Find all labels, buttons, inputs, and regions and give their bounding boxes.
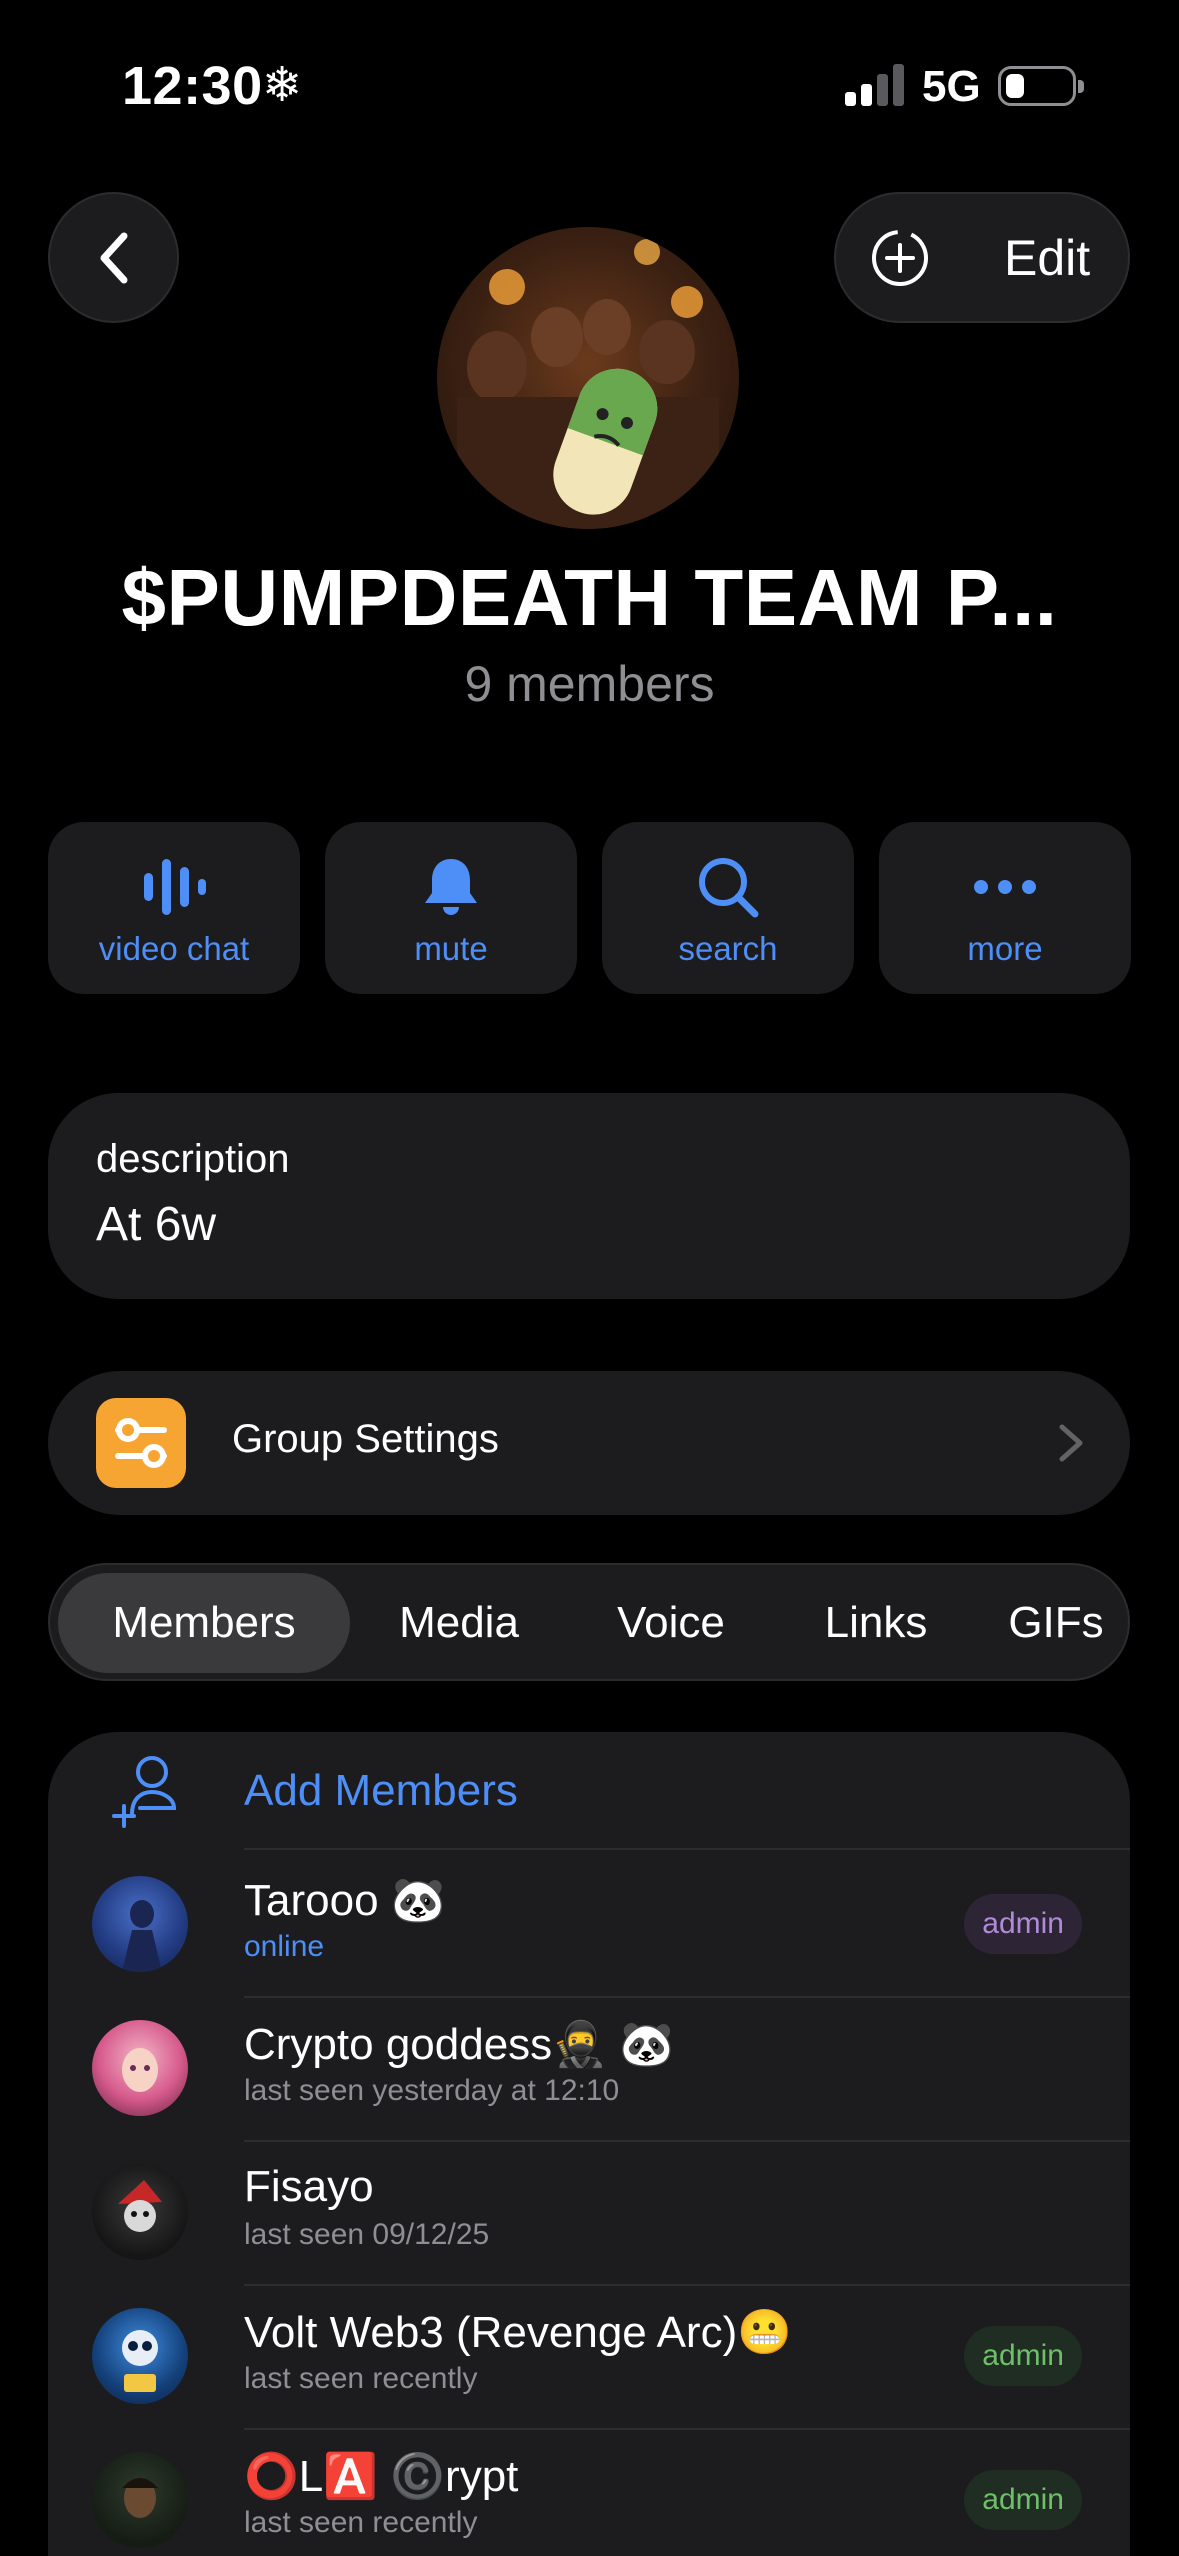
- member-row[interactable]: Volt Web3 (Revenge Arc)😬 last seen recen…: [48, 2284, 1130, 2428]
- group-title: $PUMPDEATH TEAM P...: [121, 553, 1058, 642]
- member-status: last seen recently: [244, 2506, 478, 2539]
- mute-label: mute: [414, 930, 488, 967]
- snowflake-icon: ❄: [262, 59, 303, 112]
- group-settings-label: Group Settings: [232, 1417, 499, 1461]
- members-list: Add Members Tarooo 🐼 online admin Crypto…: [48, 1732, 1130, 2556]
- edit-pill: Edit: [834, 192, 1130, 323]
- member-status: last seen yesterday at 12:10: [244, 2074, 620, 2107]
- video-chat-label: video chat: [98, 930, 250, 967]
- bell-icon: [425, 859, 477, 915]
- more-label: more: [967, 930, 1043, 967]
- search-icon: [699, 858, 759, 918]
- member-status: last seen 09/12/25: [244, 2218, 490, 2251]
- search-label: search: [678, 930, 778, 967]
- admin-badge: admin: [964, 2326, 1082, 2386]
- search-button[interactable]: search: [602, 822, 854, 994]
- video-chat-button[interactable]: video chat: [48, 822, 300, 994]
- status-time: 12:30: [122, 56, 263, 116]
- more-button[interactable]: more: [879, 822, 1131, 994]
- tab-members[interactable]: Members: [58, 1573, 350, 1673]
- description-card[interactable]: description At 6w: [48, 1093, 1130, 1299]
- back-button[interactable]: [48, 192, 179, 323]
- member-row[interactable]: Fisayo last seen 09/12/25: [48, 2140, 1130, 2284]
- member-row[interactable]: Tarooo 🐼 online admin: [48, 1852, 1130, 1996]
- member-name: Fisayo: [244, 2162, 374, 2211]
- avatar: [92, 2308, 188, 2404]
- tab-gifs[interactable]: GIFs: [976, 1573, 1128, 1673]
- member-name: Volt Web3 (Revenge Arc)😬: [244, 2308, 793, 2357]
- more-icon: [974, 880, 1036, 894]
- mute-button[interactable]: mute: [325, 822, 577, 994]
- chevron-left-icon: [100, 232, 127, 283]
- group-settings-row[interactable]: Group Settings: [48, 1371, 1130, 1515]
- member-status: last seen recently: [244, 2362, 478, 2395]
- description-value: At 6w: [96, 1198, 217, 1251]
- add-members-label: Add Members: [244, 1766, 518, 1815]
- network-type: 5G: [922, 62, 981, 111]
- avatar: [92, 2164, 188, 2260]
- sliders-icon: [96, 1398, 186, 1488]
- member-row[interactable]: Crypto goddess🥷 🐼 last seen yesterday at…: [48, 1996, 1130, 2140]
- add-story-icon[interactable]: [870, 228, 930, 288]
- avatar: [92, 2452, 188, 2548]
- description-label: description: [96, 1137, 290, 1181]
- status-bar: 12:30 ❄ 5G: [0, 0, 1179, 170]
- divider: [244, 1848, 1130, 1850]
- battery-icon: [998, 66, 1084, 106]
- tab-media[interactable]: Media: [360, 1573, 558, 1673]
- admin-badge: admin: [964, 1894, 1082, 1954]
- member-name: ⭕L🅰️ ©️rypt: [244, 2452, 519, 2501]
- tab-bar: Members Media Voice Links GIFs: [48, 1563, 1130, 1681]
- add-members-button[interactable]: Add Members: [48, 1732, 1130, 1848]
- tab-voice[interactable]: Voice: [570, 1573, 772, 1673]
- member-status: online: [244, 1930, 325, 1963]
- member-count: 9 members: [464, 656, 715, 712]
- tab-links[interactable]: Links: [784, 1573, 968, 1673]
- edit-button[interactable]: Edit: [1004, 228, 1090, 288]
- admin-badge: admin: [964, 2470, 1082, 2530]
- chevron-right-icon: [1059, 1424, 1083, 1462]
- avatar: [92, 2020, 188, 2116]
- member-name: Tarooo 🐼: [244, 1876, 446, 1925]
- video-chat-icon: [144, 859, 206, 915]
- member-name: Crypto goddess🥷 🐼: [244, 2020, 674, 2069]
- avatar: [92, 1876, 188, 1972]
- member-row[interactable]: ⭕L🅰️ ©️rypt last seen recently admin: [48, 2428, 1130, 2556]
- cellular-signal-icon: [845, 64, 905, 106]
- add-member-icon: [112, 1756, 177, 1828]
- group-avatar[interactable]: [437, 227, 739, 529]
